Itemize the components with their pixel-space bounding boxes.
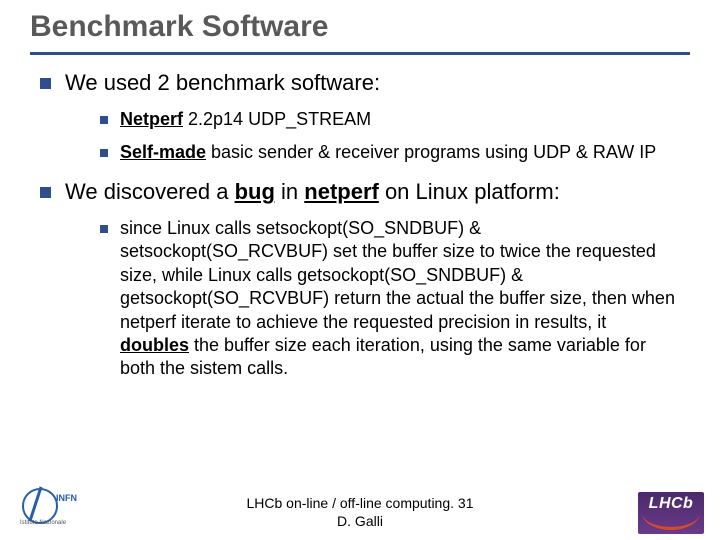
- bullet-1: We used 2 benchmark software:: [40, 69, 680, 98]
- slide: Benchmark Software We used 2 benchmark s…: [0, 0, 720, 540]
- netperf-word: netperf: [304, 179, 379, 204]
- bug-desc-b: the buffer size each iteration, using th…: [120, 335, 646, 378]
- lhcb-logo: LHCb: [638, 492, 704, 534]
- bullet-1-sub-2-text: Self-made basic sender & receiver progra…: [120, 141, 656, 164]
- square-bullet-icon: [100, 116, 108, 124]
- bullet-1-sub-2: Self-made basic sender & receiver progra…: [100, 141, 680, 164]
- bullet-2-subitems: since Linux calls setsockopt(SO_SNDBUF) …: [100, 217, 680, 381]
- bullet-1-sub-1: Netperf 2.2p14 UDP_STREAM: [100, 108, 680, 131]
- bullet-2-text: We discovered a bug in netperf on Linux …: [65, 178, 560, 207]
- bullet-1-sub-1-text: Netperf 2.2p14 UDP_STREAM: [120, 108, 371, 131]
- footer-line-1: LHCb on-line / off-line computing. 31: [0, 495, 720, 513]
- bullet-1-text: We used 2 benchmark software:: [65, 69, 380, 98]
- bug-desc-a: since Linux calls setsockopt(SO_SNDBUF) …: [120, 218, 675, 332]
- bullet-2-post: on Linux platform:: [379, 179, 560, 204]
- square-bullet-icon: [100, 225, 108, 233]
- bullet-2-pre: We discovered a: [65, 179, 235, 204]
- square-bullet-icon: [100, 149, 108, 157]
- bullet-2-mid: in: [275, 179, 304, 204]
- bug-word: bug: [235, 179, 275, 204]
- lhcb-text: LHCb: [638, 492, 704, 513]
- infn-logo: INFN Istituto Nazionale: [20, 486, 80, 526]
- square-bullet-icon: [40, 78, 51, 89]
- doubles-word: doubles: [120, 335, 189, 355]
- netperf-label: Netperf: [120, 109, 183, 129]
- bullet-2-sub-1: since Linux calls setsockopt(SO_SNDBUF) …: [100, 217, 680, 381]
- footer-line-2: D. Galli: [0, 513, 720, 531]
- bullet-1-subitems: Netperf 2.2p14 UDP_STREAM Self-made basi…: [100, 108, 680, 165]
- bullet-2-sub-1-text: since Linux calls setsockopt(SO_SNDBUF) …: [120, 217, 680, 381]
- lhcb-swoosh-icon: [642, 513, 700, 530]
- content-area: We used 2 benchmark software: Netperf 2.…: [0, 55, 720, 381]
- bullet-2: We discovered a bug in netperf on Linux …: [40, 178, 680, 207]
- infn-caption: Istituto Nazionale: [20, 520, 66, 526]
- selfmade-desc: basic sender & receiver programs using U…: [206, 142, 656, 162]
- slide-title: Benchmark Software: [0, 0, 720, 48]
- netperf-version: 2.2p14 UDP_STREAM: [183, 109, 371, 129]
- slide-footer: LHCb on-line / off-line computing. 31 D.…: [0, 495, 720, 530]
- selfmade-label: Self-made: [120, 142, 206, 162]
- infn-text: INFN: [56, 494, 77, 503]
- square-bullet-icon: [40, 187, 51, 198]
